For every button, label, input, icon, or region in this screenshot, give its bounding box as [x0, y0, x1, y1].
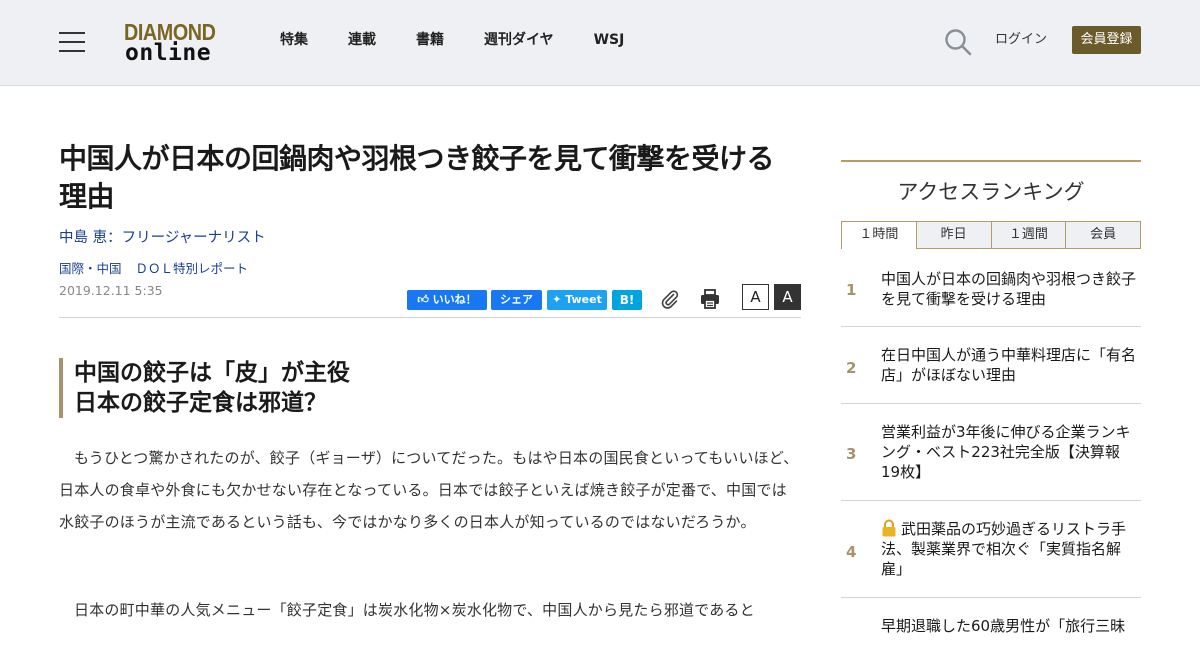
tab-1-hour[interactable]: １時間 [841, 221, 917, 249]
article-meta: 2019.12.11 5:35 👍︎ いいね！ シェア ✦ Tweet B! A… [59, 282, 801, 318]
print-icon[interactable] [699, 288, 721, 310]
tag-link[interactable]: ＤＯＬ特別レポート [136, 261, 249, 276]
nav-item-weekly-diamond[interactable]: 週刊ダイヤ [484, 31, 554, 49]
ranking-item[interactable]: 1 中国人が日本の回鍋肉や羽根つき餃子を見て衝撃を受ける理由 [841, 249, 1141, 327]
font-size-small-button[interactable]: A [742, 284, 769, 310]
logo-bottom-text: online [125, 40, 212, 66]
article-paragraph: 日本の町中華の人気メニュー「餃子定食」は炭水化物×炭水化物で、中国人から見たら邪… [74, 601, 755, 619]
rank-number: 1 [846, 281, 857, 299]
ranking-item[interactable]: 早期退職した60歳男性が「旅行三昧 [841, 598, 1141, 658]
tab-members[interactable]: 会員 [1066, 221, 1141, 249]
nav-item-books[interactable]: 書籍 [416, 31, 444, 49]
ranking-item-title: 在日中国人が通う中華料理店に「有名店」がほぼない理由 [881, 346, 1137, 384]
menu-icon[interactable] [59, 32, 85, 52]
thumbs-up-icon: 👍︎ [417, 293, 429, 306]
ranking-item-title: 武田薬品の巧妙過ぎるリストラ手法、製薬業界で相次ぐ「実質指名解雇」 [881, 519, 1139, 579]
rank-number: 4 [846, 543, 857, 561]
register-button[interactable]: 会員登録 [1072, 26, 1141, 54]
ranking-item[interactable]: 2 在日中国人が通う中華料理店に「有名店」がほぼない理由 [841, 327, 1141, 404]
ranking-item-title: 営業利益が3年後に伸びる企業ランキング・ベスト223社完全版【決算報19枚】 [881, 423, 1131, 481]
article-title: 中国人が日本の回鍋肉や羽根つき餃子を見て衝撃を受ける理由 [59, 142, 775, 213]
tab-yesterday[interactable]: 昨日 [916, 221, 992, 249]
search-icon[interactable] [944, 28, 972, 56]
section-heading-line-1: 中国の餃子は「皮」が主役 [74, 360, 350, 386]
tweet-label: Tweet [565, 293, 602, 306]
article: 中国人が日本の回鍋肉や羽根つき餃子を見て衝撃を受ける理由 中島 恵：フリージャー… [59, 140, 801, 619]
section-heading: 中国の餃子は「皮」が主役 日本の餃子定食は邪道？ [59, 358, 801, 418]
rank-number: 2 [846, 359, 857, 377]
nav-item-series[interactable]: 連載 [348, 31, 376, 49]
facebook-share-button[interactable]: シェア [491, 290, 542, 310]
ranking-item-title: 中国人が日本の回鍋肉や羽根つき餃子を見て衝撃を受ける理由 [881, 270, 1137, 308]
publish-date: 2019.12.11 5:35 [59, 283, 163, 298]
font-size-large-button[interactable]: A [774, 284, 801, 310]
bird-icon: ✦ [552, 293, 562, 306]
site-header: DIAMOND online 特集 連載 書籍 週刊ダイヤ WSJ ログイン 会… [0, 0, 1200, 86]
rank-number: 3 [846, 445, 857, 463]
article-paragraph: もうひとつ驚かされたのが、餃子（ギョーザ）についてだった。もはや日本の国民食とい… [59, 449, 799, 531]
facebook-like-label: いいね！ [432, 293, 477, 306]
tweet-button[interactable]: ✦ Tweet [547, 290, 607, 310]
clip-icon[interactable] [659, 288, 681, 310]
site-logo[interactable]: DIAMOND online [124, 20, 228, 66]
ranking-item-title-text: 武田薬品の巧妙過ぎるリストラ手法、製薬業界で相次ぐ「実質指名解雇」 [881, 520, 1127, 578]
tab-1-week[interactable]: １週間 [991, 221, 1067, 249]
login-link[interactable]: ログイン [995, 31, 1047, 49]
tag-list: 国際・中国 ＤＯＬ特別レポート [59, 260, 801, 278]
access-ranking: アクセスランキング １時間 昨日 １週間 会員 1 中国人が日本の回鍋肉や羽根つ… [841, 160, 1141, 658]
ranking-tabs: １時間 昨日 １週間 会員 [841, 221, 1141, 249]
ranking-item[interactable]: 4 武田薬品の巧妙過ぎるリストラ手法、製薬業界で相次ぐ「実質指名解雇」 [841, 501, 1141, 598]
ranking-item-title: 早期退職した60歳男性が「旅行三昧 [881, 617, 1126, 635]
hatena-bookmark-button[interactable]: B! [612, 290, 642, 310]
main-nav: 特集 連載 書籍 週刊ダイヤ WSJ [280, 31, 664, 49]
ranking-item[interactable]: 3 営業利益が3年後に伸びる企業ランキング・ベスト223社完全版【決算報19枚】 [841, 404, 1141, 501]
author-link[interactable]: 中島 恵：フリージャーナリスト [59, 228, 801, 248]
facebook-like-button[interactable]: 👍︎ いいね！ [407, 290, 487, 310]
ranking-title: アクセスランキング [897, 180, 1085, 204]
lock-icon [882, 519, 896, 537]
section-heading-line-2: 日本の餃子定食は邪道？ [74, 390, 327, 416]
nav-item-feature[interactable]: 特集 [280, 31, 308, 49]
nav-item-wsj[interactable]: WSJ [594, 31, 625, 49]
tag-link[interactable]: 国際・中国 [59, 261, 122, 276]
